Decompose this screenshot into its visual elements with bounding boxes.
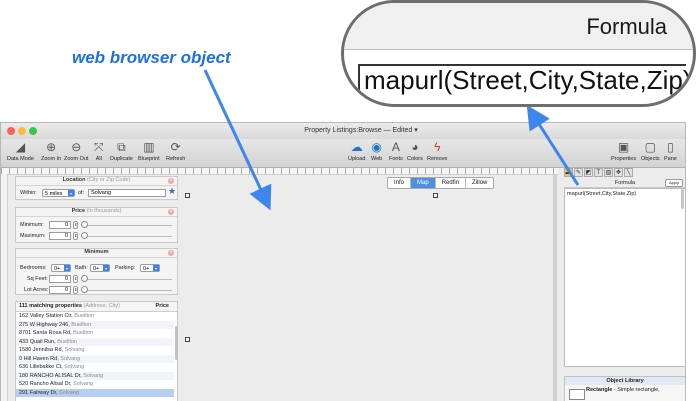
magnifier-formula-text: mapurl(Street,City,State,Zip): [364, 65, 692, 95]
magnifier-callout: Formula mapurl(Street,City,State,Zip): [341, 0, 696, 107]
magnifier-formula-label: Formula: [586, 14, 667, 39]
magnifier-header: Formula: [344, 3, 693, 50]
arrow-to-formula: [526, 104, 580, 186]
arrow-to-web-object: [203, 69, 272, 211]
